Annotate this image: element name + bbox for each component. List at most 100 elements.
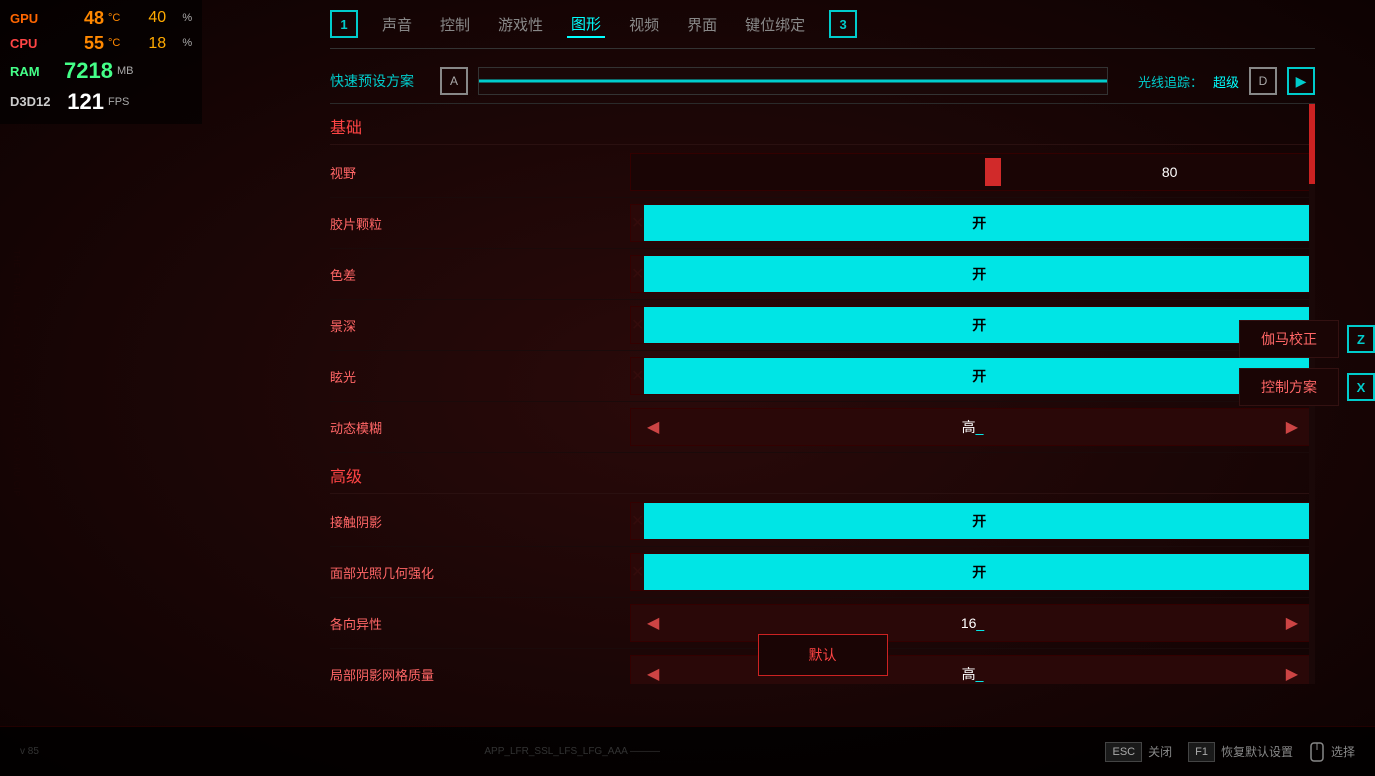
slider-right-arrow[interactable]: ▶ (1278, 664, 1306, 684)
cpu-temp-unit: °C (108, 36, 120, 51)
contact-shadows-toggle[interactable]: 开 (631, 503, 1314, 539)
gamma-btn[interactable]: 伽马校正 Z (1239, 320, 1375, 358)
setting-lens-flare: 眩光 开 (330, 351, 1315, 402)
shadow-mesh-slider[interactable]: ◀ 高 ▶ (631, 656, 1314, 684)
default-button[interactable]: 默认 (758, 634, 888, 676)
setting-contact-shadows-control[interactable]: 开 (630, 502, 1315, 540)
setting-dof-control[interactable]: 开 (630, 306, 1315, 344)
setting-film-grain-control[interactable]: 开 (630, 204, 1315, 242)
preset-key-d[interactable]: D (1249, 67, 1277, 95)
tab-interface[interactable]: 界面 (683, 12, 721, 37)
bottom-path: APP_LFR_SSL_LFS_LFG_AAA ——— (484, 746, 660, 757)
toggle-on-right: 开 (644, 205, 1314, 241)
fps-row: D3D12 121 FPS (10, 87, 192, 118)
setting-fov-control[interactable]: 80 (630, 153, 1315, 191)
bottom-center: APP_LFR_SSL_LFS_LFG_AAA ——— (484, 746, 660, 757)
fov-fill (631, 154, 1007, 190)
control-scheme-key: X (1347, 373, 1375, 401)
motion-blur-value: 高 (667, 417, 1277, 437)
preset-slider-bar (479, 80, 1107, 83)
preset-key-a[interactable]: A (440, 67, 468, 95)
raytracing-label: 光线追踪： (1138, 72, 1203, 91)
slider-left-arrow[interactable]: ◀ (639, 664, 667, 684)
slider-right-arrow[interactable]: ▶ (1278, 613, 1306, 633)
select-action: 选择 (1309, 742, 1355, 762)
ram-unit: MB (117, 64, 134, 79)
fov-thumb (985, 158, 1001, 186)
toggle-off (631, 503, 644, 539)
preset-nav-arrow[interactable]: ▶ (1287, 67, 1315, 95)
fps-unit: FPS (108, 95, 129, 110)
toggle-off (631, 358, 644, 394)
setting-fov: 视野 80 (330, 147, 1315, 198)
film-grain-toggle[interactable]: 开 (631, 205, 1314, 241)
motion-blur-slider[interactable]: ◀ 高 ▶ (631, 409, 1314, 445)
restore-key[interactable]: F1 (1188, 742, 1215, 762)
anisotropy-slider[interactable]: ◀ 16 ▶ (631, 605, 1314, 641)
setting-anisotropy-name: 各向异性 (330, 614, 630, 633)
raytracing-value: 超级 (1213, 72, 1239, 91)
cpu-percent-value: 18 (148, 33, 178, 55)
cpu-row: CPU 55 °C 18 % (10, 31, 192, 56)
anisotropy-value: 16 (667, 615, 1277, 631)
ram-value: 7218 (64, 56, 113, 87)
setting-lens-flare-control[interactable]: 开 (630, 357, 1315, 395)
section-advanced-header: 高级 (330, 453, 1315, 494)
toggle-off-left (631, 205, 644, 241)
chromatic-toggle[interactable]: 开 (631, 256, 1314, 292)
setting-anisotropy-control[interactable]: ◀ 16 ▶ (630, 604, 1315, 642)
tab-sound[interactable]: 声音 (378, 12, 416, 37)
tab-gameplay[interactable]: 游戏性 (494, 12, 547, 37)
tab-control[interactable]: 控制 (436, 12, 474, 37)
restore-action[interactable]: F1 恢复默认设置 (1188, 742, 1293, 762)
setting-chromatic-control[interactable]: 开 (630, 255, 1315, 293)
setting-motion-blur-control[interactable]: ◀ 高 ▶ (630, 408, 1315, 446)
mouse-icon (1309, 742, 1325, 762)
lens-flare-toggle[interactable]: 开 (631, 358, 1314, 394)
control-scheme-label[interactable]: 控制方案 (1239, 368, 1339, 406)
ram-row: RAM 7218 MB (10, 56, 192, 87)
preset-slider[interactable] (478, 67, 1108, 95)
section-basic-header: 基础 (330, 104, 1315, 145)
gpu-temp-value: 48 (64, 6, 104, 31)
control-scheme-btn[interactable]: 控制方案 X (1239, 368, 1375, 406)
setting-film-grain-name: 胶片颗粒 (330, 214, 630, 233)
quick-preset-label: 快速预设方案 (330, 71, 430, 91)
fps-value: 121 (64, 87, 104, 118)
fov-slider[interactable]: 80 (631, 154, 1314, 190)
dof-toggle[interactable]: 开 (631, 307, 1314, 343)
nav-left-key[interactable]: 1 (330, 10, 358, 38)
slider-left-arrow[interactable]: ◀ (639, 417, 667, 437)
tab-video[interactable]: 视频 (625, 12, 663, 37)
gpu-row: GPU 48 °C 40 % (10, 6, 192, 31)
close-label: 关闭 (1148, 743, 1172, 760)
setting-face-geo: 面部光照几何强化 开 (330, 547, 1315, 598)
tab-keybind[interactable]: 键位绑定 (741, 12, 809, 37)
slider-right-arrow[interactable]: ▶ (1278, 417, 1306, 437)
gpu-percent-value: 40 (148, 7, 178, 29)
close-key[interactable]: ESC (1105, 742, 1142, 762)
right-buttons: 伽马校正 Z 控制方案 X (1239, 320, 1375, 406)
face-geo-toggle[interactable]: 开 (631, 554, 1314, 590)
bottom-bar: v 85 APP_LFR_SSL_LFS_LFG_AAA ——— ESC 关闭 … (0, 726, 1375, 776)
slider-left-arrow[interactable]: ◀ (639, 613, 667, 633)
select-label: 选择 (1331, 743, 1355, 760)
scroll-thumb[interactable] (1309, 104, 1315, 184)
setting-shadow-mesh-quality-control[interactable]: ◀ 高 ▶ (630, 655, 1315, 684)
tab-graphics[interactable]: 图形 (567, 11, 605, 38)
gamma-label[interactable]: 伽马校正 (1239, 320, 1339, 358)
settings-panel: 1 声音 控制 游戏性 图形 视频 界面 键位绑定 3 快速预设方案 A 光线追… (330, 0, 1315, 736)
setting-face-geo-control[interactable]: 开 (630, 553, 1315, 591)
nav-right-key[interactable]: 3 (829, 10, 857, 38)
toggle-off (631, 256, 644, 292)
setting-contact-shadows-name: 接触阴影 (330, 512, 630, 531)
setting-fov-name: 视野 (330, 163, 630, 182)
toggle-on: 开 (644, 358, 1314, 394)
setting-motion-blur-name: 动态模糊 (330, 418, 630, 437)
setting-dof-name: 景深 (330, 316, 630, 335)
bottom-bar-left: v 85 (20, 746, 39, 757)
toggle-on: 开 (644, 256, 1314, 292)
fov-track: 80 (631, 154, 1314, 190)
close-action[interactable]: ESC 关闭 (1105, 742, 1172, 762)
scroll-area: 基础 视野 80 胶片颗粒 开 (330, 104, 1315, 684)
